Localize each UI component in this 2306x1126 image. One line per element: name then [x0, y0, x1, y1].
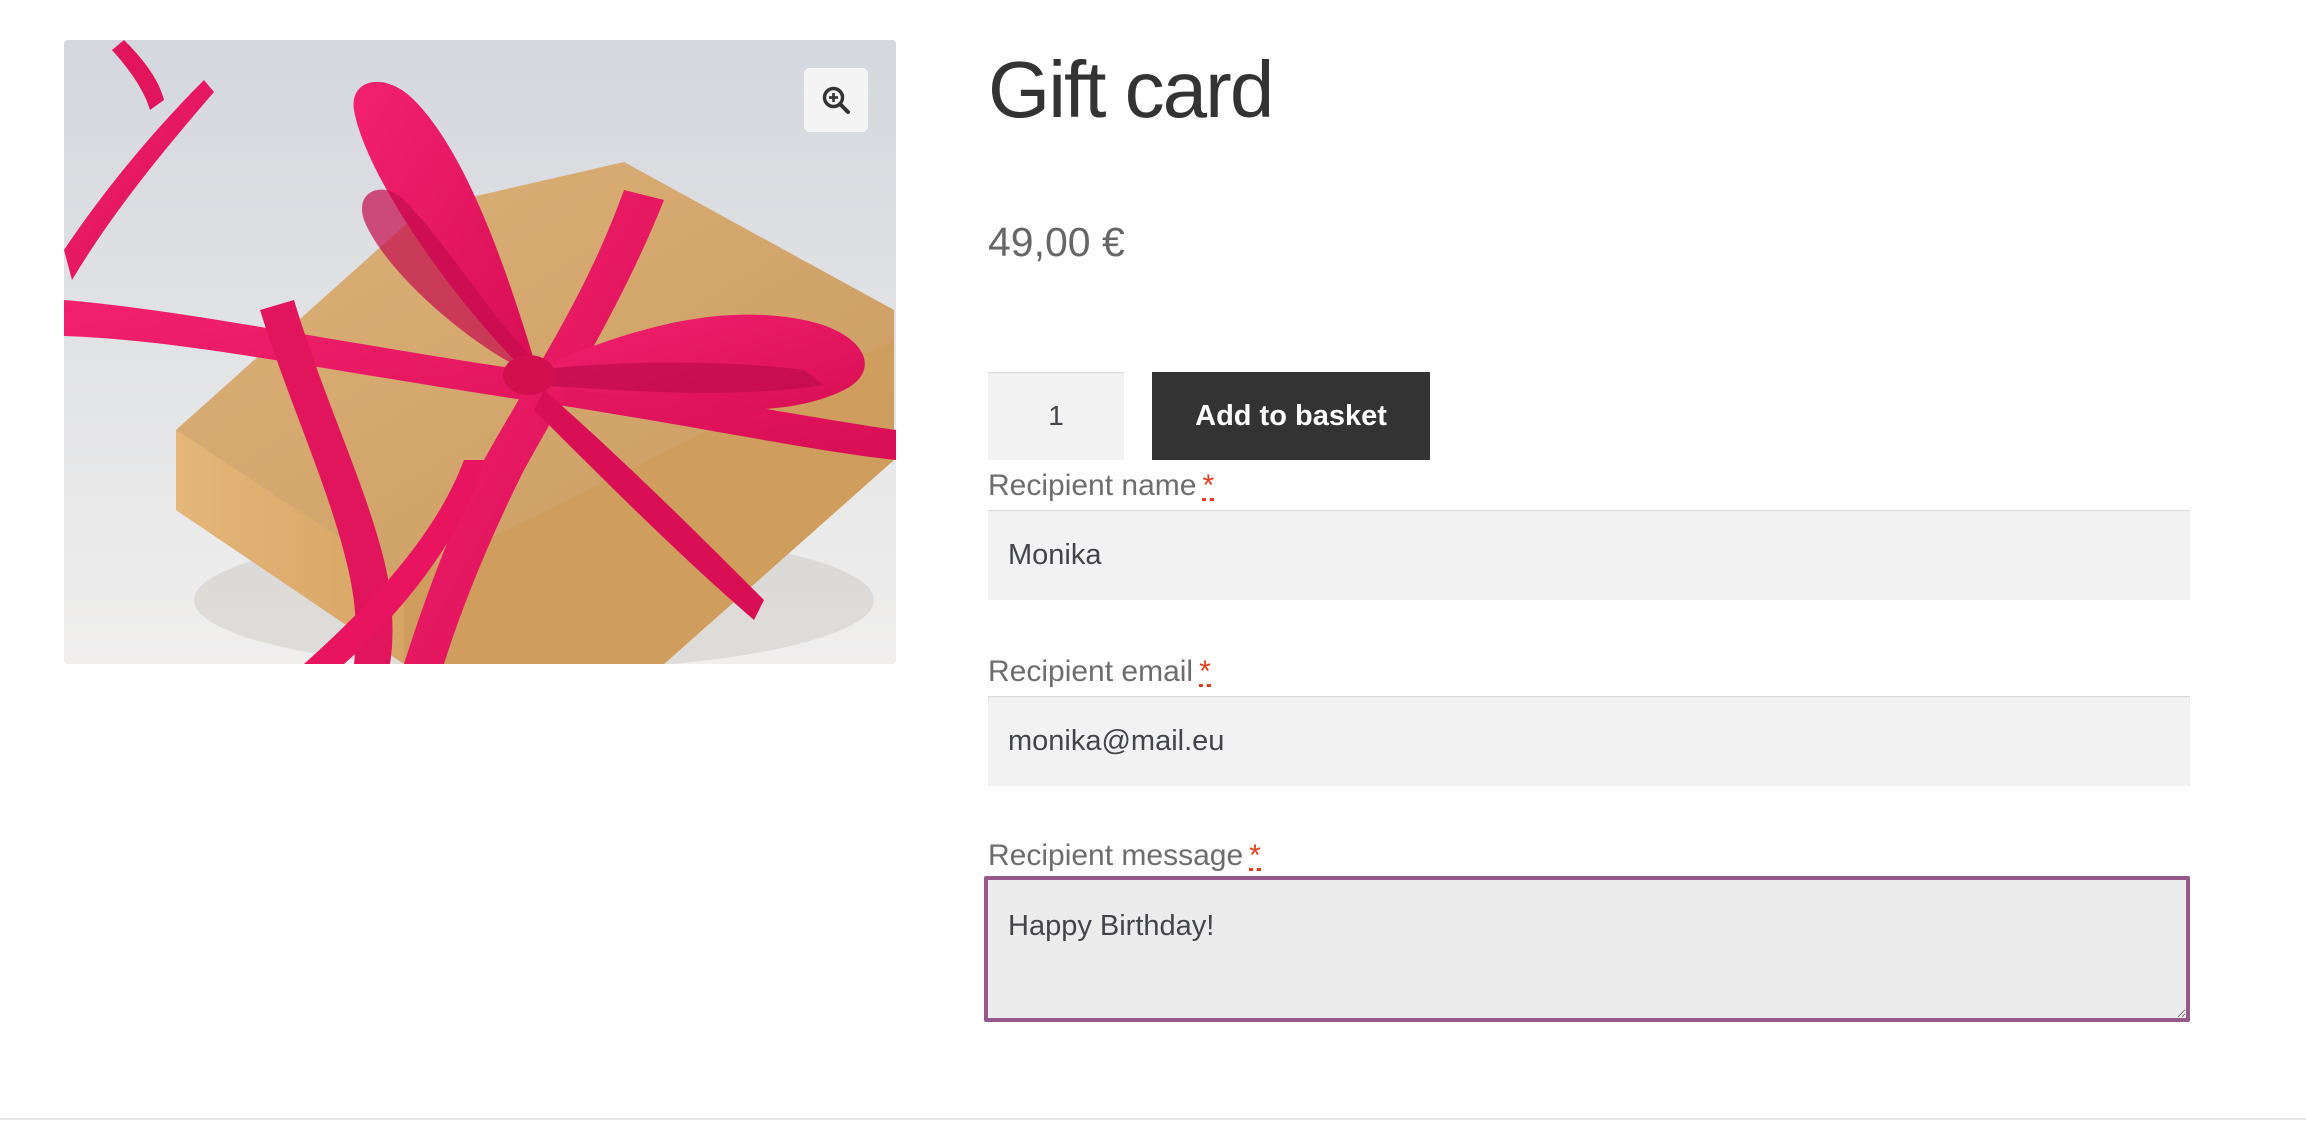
quantity-input[interactable] [988, 372, 1124, 460]
zoom-in-magnifier-icon [822, 86, 850, 114]
zoom-button[interactable] [804, 68, 868, 132]
required-marker: * [1199, 655, 1211, 688]
recipient-name-label-text: Recipient name [988, 469, 1197, 502]
divider [0, 1118, 2306, 1120]
required-marker: * [1202, 469, 1215, 502]
product-image[interactable] [64, 40, 896, 664]
product-price: 49,00 € [988, 219, 1125, 265]
add-to-basket-button[interactable]: Add to basket [1152, 372, 1430, 460]
recipient-email-input[interactable] [988, 696, 2190, 786]
product-title: Gift card [988, 45, 1274, 134]
recipient-message-label-text: Recipient message [988, 839, 1244, 872]
recipient-message-textarea[interactable]: Happy Birthday! [984, 876, 2190, 1022]
gift-box-illustration [64, 40, 896, 664]
recipient-message-label: Recipient message * [988, 836, 1261, 876]
required-marker: * [1249, 839, 1261, 872]
recipient-name-input[interactable] [988, 510, 2190, 600]
recipient-name-label: Recipient name * [988, 466, 1215, 506]
recipient-email-label: Recipient email * [988, 652, 1211, 692]
recipient-email-label-text: Recipient email [988, 655, 1194, 688]
product-page: Gift card 49,00 € Add to basket Recipien… [0, 0, 2306, 1126]
